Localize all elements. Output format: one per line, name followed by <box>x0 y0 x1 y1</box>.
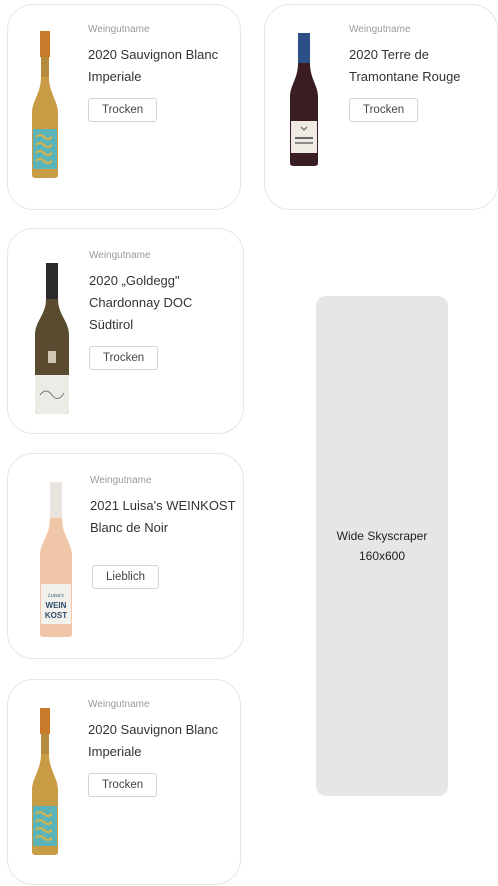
ad-label: Wide Skyscraper <box>336 529 428 543</box>
wine-name: 2021 Luisa's WEINKOST <box>90 498 236 513</box>
wine-name: 2020 Sauvignon Blanc <box>88 722 219 737</box>
product-card[interactable]: Luisa's WEIN KOST Weingutname 2021 Luisa… <box>7 453 244 659</box>
wine-name: Blanc de Noir <box>90 520 169 535</box>
taste-tag[interactable]: Trocken <box>88 773 158 797</box>
taste-tag[interactable]: Trocken <box>89 346 159 370</box>
product-card[interactable]: Weingutname 2020 „Goldegg" Chardonnay DO… <box>7 228 244 434</box>
svg-text:KOST: KOST <box>45 611 67 620</box>
svg-text:WEIN: WEIN <box>46 601 67 610</box>
ad-placeholder[interactable]: Wide Skyscraper 160x600 <box>316 296 448 796</box>
product-card[interactable]: Weingutname 2020 Sauvignon Blanc Imperia… <box>7 4 241 210</box>
wine-name: Südtirol <box>89 317 134 332</box>
winery-name: Weingutname <box>349 24 411 35</box>
product-card[interactable]: Weingutname 2020 Sauvignon Blanc Imperia… <box>7 679 241 885</box>
wine-bottle-image <box>32 31 58 178</box>
wine-name: Imperiale <box>88 744 142 759</box>
winery-name: Weingutname <box>89 250 151 261</box>
svg-text:Luisa's: Luisa's <box>48 593 64 599</box>
wine-name: 2020 Terre de <box>349 47 429 62</box>
wine-name: Imperiale <box>88 69 142 84</box>
wine-bottle-image: Luisa's WEIN KOST <box>40 482 72 637</box>
product-card[interactable]: Weingutname 2020 Terre de Tramontane Rou… <box>264 4 498 210</box>
wine-bottle-image <box>32 708 58 855</box>
ad-size: 160x600 <box>358 549 406 563</box>
winery-name: Weingutname <box>90 475 152 486</box>
wine-name: Chardonnay DOC <box>89 295 193 310</box>
winery-name: Weingutname <box>88 699 150 710</box>
winery-name: Weingutname <box>88 24 150 35</box>
taste-tag[interactable]: Lieblich <box>92 565 159 589</box>
taste-tag[interactable]: Trocken <box>88 98 158 122</box>
wine-name: 2020 „Goldegg" <box>89 273 180 288</box>
wine-bottle-image <box>35 263 69 414</box>
wine-name: Tramontane Rouge <box>349 69 461 84</box>
taste-tag[interactable]: Trocken <box>349 98 419 122</box>
wine-bottle-image <box>290 33 318 166</box>
wine-name: 2020 Sauvignon Blanc <box>88 47 219 62</box>
